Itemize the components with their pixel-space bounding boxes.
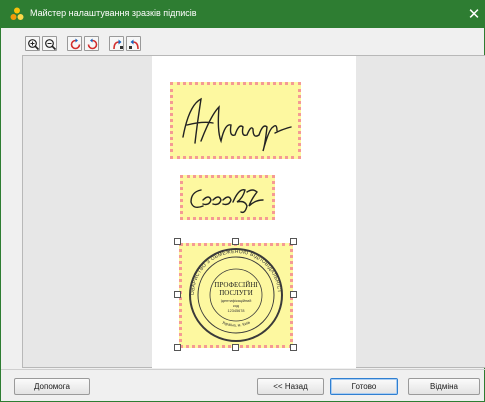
flip-vertical-icon: [129, 39, 139, 50]
resize-handle-right[interactable]: [290, 291, 297, 298]
close-icon[interactable]: ✕: [464, 3, 484, 25]
svg-text:код: код: [233, 304, 240, 308]
resize-handle-top[interactable]: [232, 238, 239, 245]
help-button[interactable]: Допомога: [14, 378, 90, 395]
stamp-line-2: ПОСЛУГИ: [219, 289, 253, 297]
resize-handle-bottom[interactable]: [232, 344, 239, 351]
done-button[interactable]: Готово: [330, 378, 398, 395]
flip-vertical-button[interactable]: [126, 36, 141, 51]
signature-1-image: [182, 97, 292, 152]
flip-horizontal-button[interactable]: [109, 36, 124, 51]
signature-2-image: [190, 189, 264, 214]
stamp-line-1: ПРОФЕСІЙНІ: [214, 281, 258, 289]
rotate-left-icon: [70, 38, 81, 50]
preview-area[interactable]: ТОВАРИСТВО З ОБМЕЖЕНОЮ ВІДПОВІДАЛЬНІСТЮ …: [22, 55, 485, 368]
resize-handle-top-right[interactable]: [290, 238, 297, 245]
resize-handle-bottom-right[interactable]: [290, 344, 297, 351]
window-title: Майстер налаштування зразків підписів: [30, 8, 197, 18]
svg-text:Ідентифікаційний: Ідентифікаційний: [221, 299, 252, 303]
signature-sample-2[interactable]: [180, 175, 275, 220]
rotate-right-button[interactable]: [84, 36, 99, 51]
back-button[interactable]: << Назад: [257, 378, 324, 395]
zoom-in-button[interactable]: [25, 36, 40, 51]
stamp-image: ТОВАРИСТВО З ОБМЕЖЕНОЮ ВІДПОВІДАЛЬНІСТЮ …: [182, 246, 283, 342]
flip-horizontal-icon: [113, 39, 123, 50]
wizard-button-bar: Допомога << Назад Готово Відміна: [1, 369, 485, 402]
zoom-in-icon: [28, 39, 40, 51]
resize-handle-bottom-left[interactable]: [174, 344, 181, 351]
stamp-sample[interactable]: ТОВАРИСТВО З ОБМЕЖЕНОЮ ВІДПОВІДАЛЬНІСТЮ …: [179, 243, 293, 348]
svg-text:12345678: 12345678: [228, 309, 245, 313]
cancel-button[interactable]: Відміна: [408, 378, 480, 395]
zoom-out-icon: [45, 39, 57, 51]
rotate-left-button[interactable]: [67, 36, 82, 51]
app-logo-icon: [10, 7, 24, 20]
signature-setup-wizard-window: Майстер налаштування зразків підписів ✕: [0, 0, 485, 402]
resize-handle-left[interactable]: [174, 291, 181, 298]
zoom-out-button[interactable]: [42, 36, 57, 51]
document-page: ТОВАРИСТВО З ОБМЕЖЕНОЮ ВІДПОВІДАЛЬНІСТЮ …: [152, 56, 356, 368]
title-bar: Майстер налаштування зразків підписів ✕: [1, 0, 485, 28]
resize-handle-top-left[interactable]: [174, 238, 181, 245]
signature-sample-1[interactable]: [170, 82, 301, 159]
rotate-right-icon: [87, 38, 98, 50]
